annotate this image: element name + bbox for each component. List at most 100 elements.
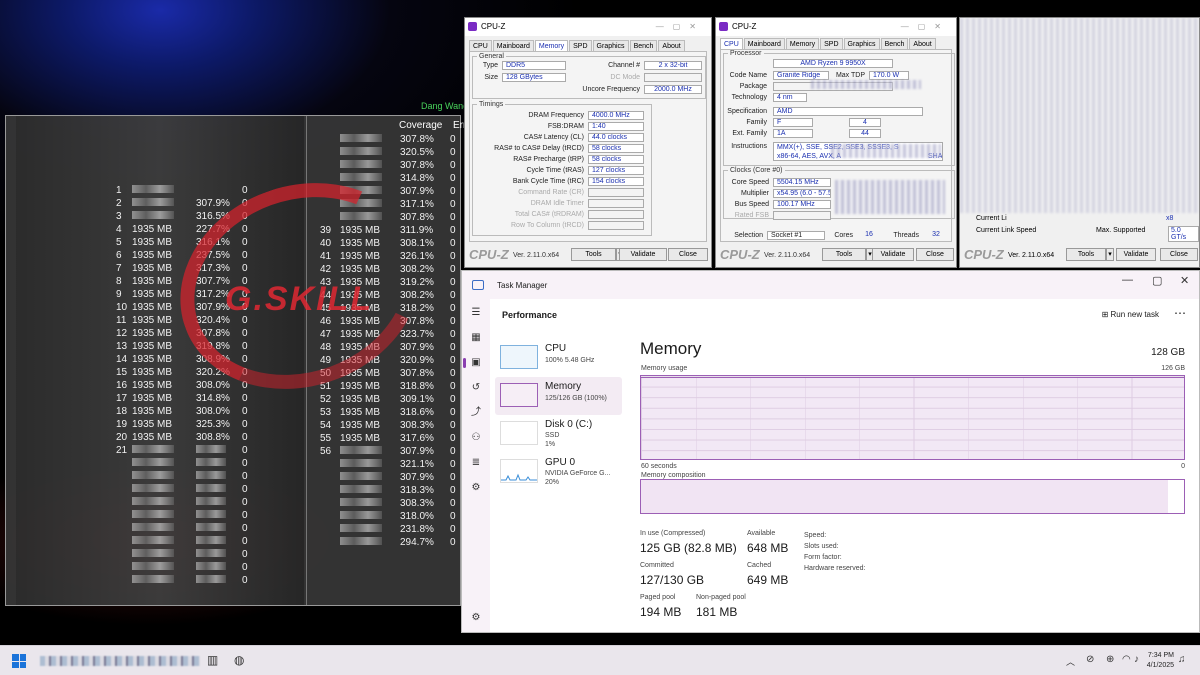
close-window-button[interactable]: ✕ xyxy=(1180,274,1189,287)
taskbar-pinned-apps[interactable] xyxy=(40,656,200,666)
app-history-icon[interactable]: ↺ xyxy=(470,382,482,394)
memtest-row: 231.8% 0 xyxy=(307,523,462,536)
resource-item-cpu[interactable]: CPU 100% 5.48 GHz xyxy=(495,339,622,377)
memtest-row: 51 1935 MB 318.8% 0 xyxy=(307,380,462,393)
tools-button[interactable]: Tools xyxy=(1066,248,1106,261)
resource-item-memory[interactable]: Memory 125/126 GB (100%) xyxy=(495,377,622,415)
row-size: 1935 MB xyxy=(132,315,173,326)
row-coverage: 320.9% xyxy=(400,355,434,366)
max-supported-value: 5.0 GT/s xyxy=(1168,226,1199,242)
general-legend: General xyxy=(479,53,504,60)
close-button[interactable]: Close xyxy=(1160,248,1198,261)
row-errors: 0 xyxy=(450,147,456,158)
row-id: 12 xyxy=(116,328,128,339)
gpu-thumbnail xyxy=(500,459,538,483)
memtest-row: 0 xyxy=(16,483,304,496)
row-size: 1935 MB xyxy=(132,289,173,300)
composition-in-use xyxy=(641,480,1168,513)
timing-value: 154 clocks xyxy=(588,177,644,186)
more-options-icon[interactable]: ⋯ xyxy=(1174,306,1187,320)
cpuz-cpu-window[interactable]: CPU-Z —▢✕ CPU Mainboard Memory SPD Graphics B… xyxy=(715,17,957,268)
cpuz-titlebar[interactable]: CPU-Z —▢✕ xyxy=(716,18,956,36)
row-errors: 0 xyxy=(242,406,248,417)
details-icon[interactable]: ≣ xyxy=(470,457,482,469)
validate-button[interactable]: Validate xyxy=(872,248,914,261)
tools-dropdown-arrow[interactable]: ▾ xyxy=(1106,248,1114,261)
row-size xyxy=(340,484,382,497)
run-new-task-button[interactable]: ⊞ Run new task xyxy=(1102,310,1159,319)
tools-button[interactable]: Tools xyxy=(822,248,866,261)
tm-titlebar[interactable]: Task Manager — ▢ ✕ xyxy=(462,271,1199,299)
users-icon[interactable]: ⚇ xyxy=(470,432,482,444)
tm-main: Performance ⊞ Run new task ⋯ CPU 100% 5.… xyxy=(490,299,1199,632)
validate-button[interactable]: Validate xyxy=(619,248,667,261)
row-coverage: 318.0% xyxy=(400,511,434,522)
row-errors: 0 xyxy=(242,575,248,586)
timing-label: CAS# Latency (CL) xyxy=(523,134,584,141)
graph-x-right: 0 xyxy=(1181,463,1185,470)
memtest-row: 307.9% 0 xyxy=(307,471,462,484)
row-errors: 0 xyxy=(450,394,456,405)
tools-button[interactable]: Tools xyxy=(571,248,616,261)
stat-key: Cached xyxy=(747,562,772,569)
resource-sub: 100% 5.48 GHz xyxy=(545,357,595,364)
extfamily-value: 1A xyxy=(773,129,813,138)
timing-label: Row To Column (tRCD) xyxy=(511,222,584,229)
cpuz-memory-window[interactable]: CPU-Z —▢✕ CPU Mainboard Memory SPD Graphics B… xyxy=(464,17,712,268)
network-off-icon[interactable]: ⊘ xyxy=(1086,654,1094,665)
uncore-label: Uncore Frequency xyxy=(582,86,640,93)
minimize-button[interactable]: — xyxy=(1122,274,1133,286)
row-size: 1935 MB xyxy=(132,302,173,313)
wifi-icon[interactable]: ◠ xyxy=(1122,654,1131,665)
validate-button[interactable]: Validate xyxy=(1116,248,1156,261)
selection-dropdown[interactable]: Socket #1 xyxy=(767,231,825,240)
resource-item-disk[interactable]: Disk 0 (C:) SSD 1% xyxy=(495,415,622,453)
close-button[interactable]: Close xyxy=(916,248,954,261)
hamburger-menu-icon[interactable]: ☰ xyxy=(470,307,482,319)
row-errors: 0 xyxy=(450,186,456,197)
row-id: 14 xyxy=(116,354,128,365)
notification-bell-icon[interactable]: ♫ xyxy=(1178,654,1186,665)
volume-icon[interactable]: ♪ xyxy=(1134,654,1139,665)
task-manager-window[interactable]: Task Manager — ▢ ✕ ☰ ▦ ▣ ↺ ⤴ ⚇ ≣ ⚙ ⚙ Per… xyxy=(461,270,1200,633)
row-id: 11 xyxy=(116,315,127,326)
row-errors: 0 xyxy=(450,472,456,483)
window-controls[interactable]: —▢✕ xyxy=(901,18,950,36)
maximize-button[interactable]: ▢ xyxy=(1152,274,1162,287)
performance-icon[interactable]: ▣ xyxy=(463,357,482,369)
row-errors: 0 xyxy=(450,368,456,379)
language-icon[interactable]: ⊕ xyxy=(1106,654,1114,665)
cpuz-logo: CPU-Z xyxy=(469,247,509,262)
cpuz-titlebar[interactable]: CPU-Z —▢✕ xyxy=(465,18,711,36)
globe-icon[interactable]: ◍ xyxy=(234,653,244,667)
type-label: Type xyxy=(482,62,498,69)
window-controls[interactable]: —▢✕ xyxy=(656,18,705,36)
extmodel-value: 44 xyxy=(849,129,881,138)
row-errors: 0 xyxy=(450,446,456,457)
settings-gear-icon[interactable]: ⚙ xyxy=(470,612,482,624)
row-size: 1935 MB xyxy=(340,381,381,392)
close-button[interactable]: Close xyxy=(668,248,708,261)
row-coverage: 307.8% xyxy=(400,160,434,171)
uncore-value: 2000.0 MHz xyxy=(644,85,702,94)
row-errors: 0 xyxy=(242,458,248,469)
chevron-up-icon[interactable]: ︿ xyxy=(1066,655,1075,668)
row-id: 18 xyxy=(116,406,128,417)
memory-thumbnail xyxy=(500,383,538,407)
task-manager-taskbar-icon[interactable]: ▥ xyxy=(207,653,218,667)
row-size xyxy=(340,458,382,471)
row-errors: 0 xyxy=(242,471,248,482)
services-icon[interactable]: ⚙ xyxy=(470,482,482,494)
row-coverage: 308.8% xyxy=(196,432,230,443)
row-coverage: 307.8% xyxy=(400,212,434,223)
startup-apps-icon[interactable]: ⤴ xyxy=(470,407,482,419)
clock[interactable]: 7:34 PM 4/1/2025 xyxy=(1144,651,1174,671)
windows-start-icon[interactable] xyxy=(12,654,26,668)
cpuz-third-window[interactable]: Current Li x8 Current Link Speed Max. Su… xyxy=(959,17,1200,268)
row-coverage: 320.5% xyxy=(400,147,434,158)
row-errors: 0 xyxy=(450,199,456,210)
row-id: 8 xyxy=(116,276,122,287)
processes-icon[interactable]: ▦ xyxy=(470,332,482,344)
row-size: 1935 MB xyxy=(132,432,173,443)
resource-item-gpu[interactable]: GPU 0 NVIDIA GeForce G... 20% xyxy=(495,453,622,491)
